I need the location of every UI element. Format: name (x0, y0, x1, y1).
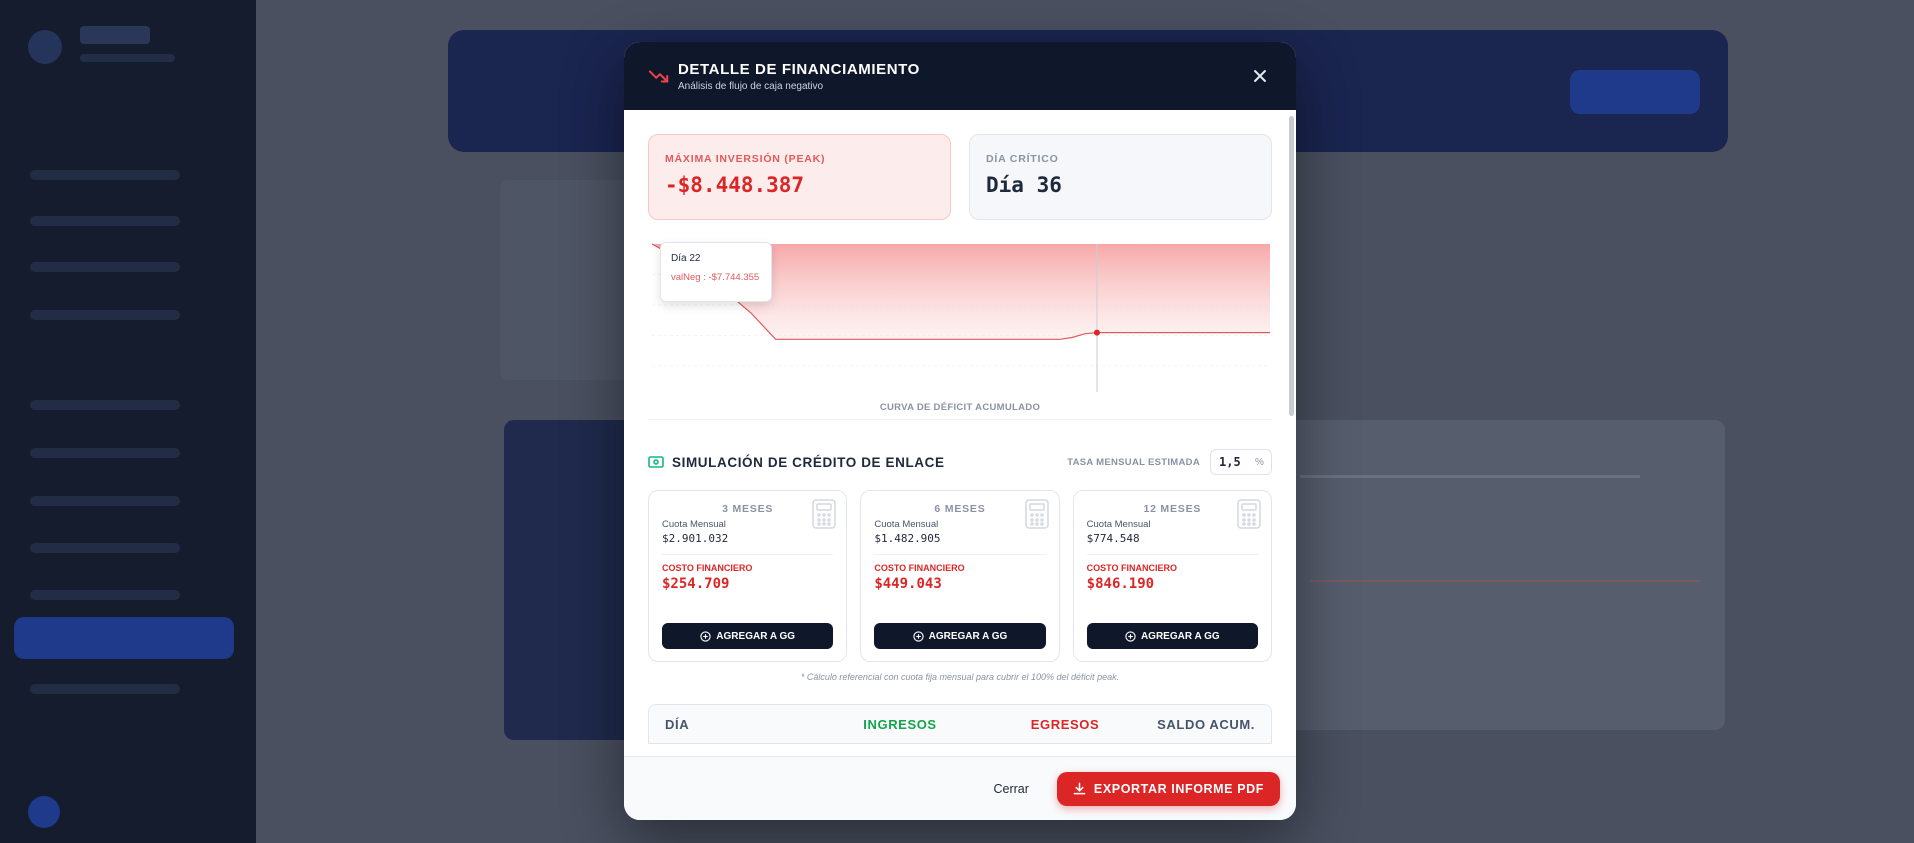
tooltip-value: valNeg : -$7.744.355 (671, 272, 760, 283)
plan-cost-label: COSTO FINANCIERO (662, 563, 753, 573)
background-nav-item (30, 496, 180, 506)
simulation-title: SIMULACIÓN DE CRÉDITO DE ENLACE (672, 454, 945, 470)
chart-caption: CURVA DE DÉFICIT ACUMULADO (879, 402, 1041, 413)
rate-field[interactable]: % (1210, 449, 1272, 475)
calculator-icon (1237, 499, 1261, 529)
export-pdf-button[interactable]: EXPORTAR INFORME PDF (1056, 771, 1280, 806)
simulation-header: SIMULACIÓN DE CRÉDITO DE ENLACE TASA MEN… (648, 449, 1272, 475)
background-chart-card (1285, 420, 1725, 730)
close-modal-button[interactable]: Cerrar (993, 782, 1028, 796)
plan-quota-label: Cuota Mensual (662, 519, 726, 530)
plan-quota-value: $774.548 (1086, 532, 1140, 545)
background-app-subtitle (80, 54, 175, 62)
rate-label: TASA MENSUAL ESTIMADA (1067, 456, 1200, 468)
peak-investment-card: MÁXIMA INVERSIÓN (PEAK) -$8.448.387 (648, 134, 951, 220)
modal-subtitle: Análisis de flujo de caja negativo (678, 80, 824, 92)
plan-term: 12 MESES (1143, 503, 1202, 515)
plan-card-6-months: 6 MESES Cuota Mensual $1.482.905 COSTO F… (860, 490, 1060, 662)
background-nav-item (30, 216, 180, 226)
background-header-button (1570, 70, 1700, 114)
modal-title: DETALLE DE FINANCIAMIENTO (678, 60, 920, 78)
plan-separator (874, 554, 1046, 555)
download-icon (1073, 782, 1086, 795)
background-nav-item (30, 400, 180, 410)
banknote-icon (648, 456, 664, 468)
financing-detail-modal: DETALLE DE FINANCIAMIENTO Análisis de fl… (624, 42, 1296, 820)
plan-separator (1086, 554, 1258, 555)
plan-cost-value: $846.190 (1086, 576, 1155, 592)
column-header-expenses[interactable]: EGRESOS (985, 717, 1145, 732)
modal-footer: Cerrar EXPORTAR INFORME PDF (624, 756, 1296, 820)
critical-day-card: DÍA CRÍTICO Día 36 (969, 134, 1272, 220)
plan-cost-value: $449.043 (874, 576, 942, 592)
plan-quota-label: Cuota Mensual (1086, 519, 1151, 530)
add-to-gg-label: AGREGAR A GG (1140, 630, 1220, 642)
peak-investment-label: MÁXIMA INVERSIÓN (PEAK) (665, 153, 826, 165)
plan-term: 6 MESES (934, 503, 986, 515)
critical-day-label: DÍA CRÍTICO (986, 153, 1059, 165)
plus-circle-icon (912, 630, 924, 642)
background-nav-item (30, 590, 180, 600)
chart-tooltip: Día 22 valNeg : -$7.744.355 (660, 242, 772, 302)
calculator-icon (1024, 499, 1049, 529)
section-divider (648, 419, 1272, 420)
export-pdf-label: EXPORTAR INFORME PDF (1093, 781, 1264, 796)
column-header-balance[interactable]: SALDO ACUM. (1157, 717, 1255, 732)
peak-investment-value: -$8.448.387 (665, 173, 805, 197)
close-button[interactable] (1248, 64, 1272, 88)
plus-circle-icon (1125, 630, 1136, 642)
deficit-chart: Día 22 valNeg : -$7.744.355 (648, 242, 1272, 394)
cashflow-table-header: DÍA INGRESOS EGRESOS SALDO ACUM. (648, 704, 1272, 744)
modal-header: DETALLE DE FINANCIAMIENTO Análisis de fl… (624, 42, 1296, 110)
trending-down-icon (648, 70, 669, 83)
background-avatar (28, 796, 60, 828)
plan-quota-value: $1.482.905 (874, 532, 941, 545)
plan-quota-label: Cuota Mensual (874, 519, 939, 530)
background-sidebar (0, 0, 256, 843)
background-nav-item (30, 448, 180, 458)
critical-day-value: Día 36 (986, 173, 1062, 197)
plan-cost-value: $254.709 (662, 576, 730, 592)
background-progress-line (1300, 475, 1640, 478)
plan-cost-label: COSTO FINANCIERO (874, 563, 965, 573)
column-header-day[interactable]: DÍA (665, 717, 815, 732)
column-header-income[interactable]: INGRESOS (815, 717, 985, 732)
add-to-gg-button[interactable]: AGREGAR A GG (1086, 623, 1258, 649)
calculator-icon (812, 499, 837, 529)
modal-title-group: DETALLE DE FINANCIAMIENTO Análisis de fl… (678, 61, 920, 92)
background-dark-card (504, 420, 644, 740)
plan-card-12-months: 12 MESES Cuota Mensual $774.548 COSTO FI… (1072, 490, 1272, 662)
simulation-footnote: * Cálculo referencial con cuota fija men… (800, 672, 1120, 682)
plan-card-3-months: 3 MESES Cuota Mensual $2.901.032 COSTO F… (648, 490, 848, 662)
background-nav-item (30, 170, 180, 180)
plus-circle-icon (700, 630, 711, 642)
tooltip-day: Día 22 (671, 253, 701, 264)
add-to-gg-label: AGREGAR A GG (928, 630, 1008, 642)
add-to-gg-button[interactable]: AGREGAR A GG (662, 623, 834, 649)
add-to-gg-label: AGREGAR A GG (716, 630, 796, 642)
add-to-gg-button[interactable]: AGREGAR A GG (874, 623, 1046, 649)
rate-unit: % (1255, 456, 1264, 468)
close-icon (1254, 70, 1266, 82)
background-nav-item (30, 684, 180, 694)
background-logo (28, 30, 62, 64)
plan-term: 3 MESES (722, 503, 774, 515)
critical-day-point (1093, 329, 1100, 336)
credit-plans: 3 MESES Cuota Mensual $2.901.032 COSTO F… (648, 490, 1272, 662)
rate-input[interactable] (1219, 455, 1255, 469)
background-table (500, 180, 630, 380)
background-nav-item (30, 543, 180, 553)
background-chart-line (1310, 580, 1700, 582)
background-active-nav-item (14, 617, 234, 659)
plan-separator (662, 554, 834, 555)
background-nav-item (30, 310, 180, 320)
kpi-row: MÁXIMA INVERSIÓN (PEAK) -$8.448.387 DÍA … (648, 134, 1272, 220)
background-app-title (80, 26, 150, 44)
plan-cost-label: COSTO FINANCIERO (1086, 563, 1177, 573)
rate-group: TASA MENSUAL ESTIMADA % (1067, 449, 1272, 475)
plan-quota-value: $2.901.032 (662, 532, 729, 545)
background-nav-item (30, 262, 180, 272)
modal-body: MÁXIMA INVERSIÓN (PEAK) -$8.448.387 DÍA … (624, 110, 1296, 756)
